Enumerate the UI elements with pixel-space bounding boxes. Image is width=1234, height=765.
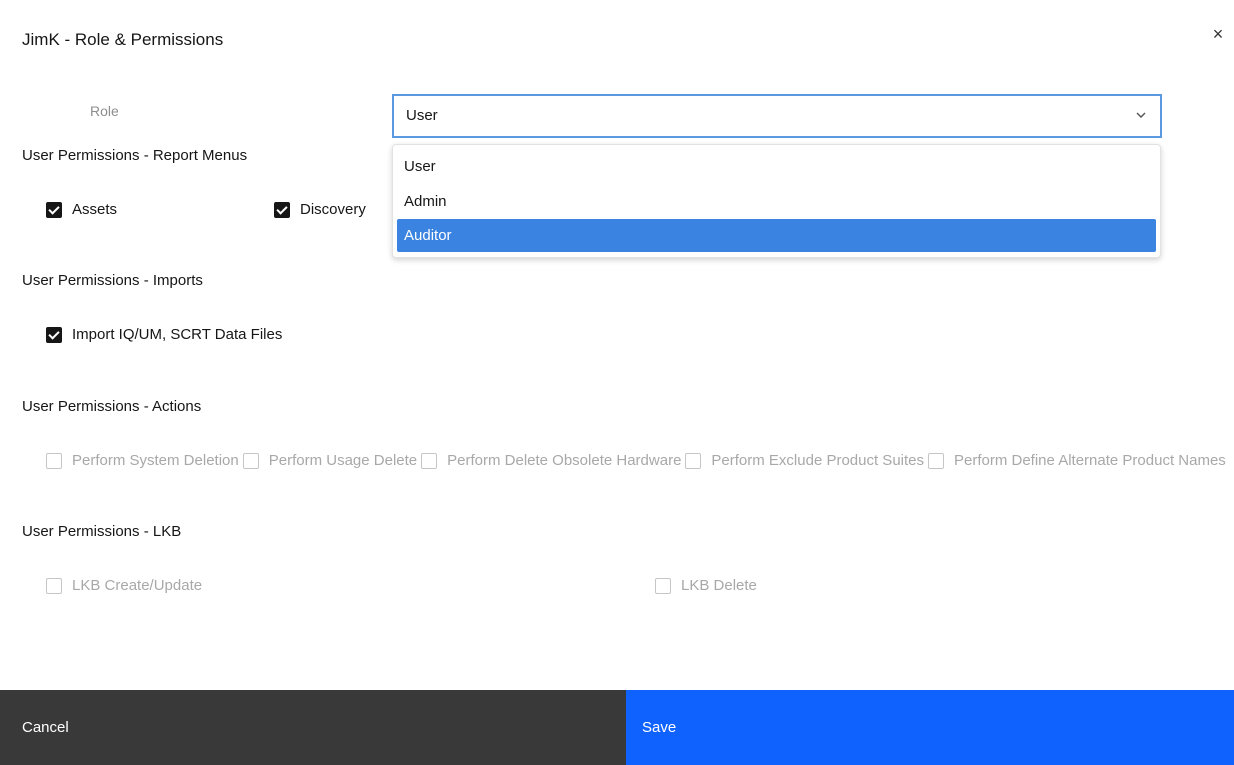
role-permissions-dialog: JimK - Role & Permissions × Role User Us…: [0, 0, 1234, 765]
actions-checkbox-row: Perform System Deletion Perform Usage De…: [46, 452, 1226, 469]
checkbox-label: Assets: [72, 201, 118, 218]
checkbox-assets[interactable]: Assets: [46, 201, 117, 218]
role-dropdown-menu: User Admin Auditor: [392, 144, 1161, 258]
checkbox-label: Discovery: [300, 201, 366, 218]
dialog-title: JimK - Role & Permissions: [22, 30, 224, 49]
checkbox-unchecked-icon: [655, 577, 671, 594]
checkbox-import-data-files[interactable]: Import IQ/UM, SCRT Data Files: [46, 326, 282, 343]
checkbox-lkb-delete[interactable]: LKB Delete: [655, 577, 757, 594]
checkbox-discovery[interactable]: Discovery: [274, 201, 366, 218]
checkbox-unchecked-icon: [46, 452, 62, 469]
checkbox-unchecked-icon: [46, 577, 62, 594]
role-label: Role: [90, 103, 119, 119]
save-button[interactable]: Save: [626, 690, 1234, 765]
checkbox-checked-icon: [46, 201, 62, 218]
section-heading-imports: User Permissions - Imports: [22, 272, 203, 289]
role-option-admin[interactable]: Admin: [397, 185, 1156, 218]
checkbox-label: Perform Define Alternate Product Names: [954, 452, 1226, 469]
checkbox-perform-exclude-product-suites[interactable]: Perform Exclude Product Suites: [685, 452, 924, 469]
checkbox-unchecked-icon: [421, 452, 438, 469]
checkbox-label: Perform Exclude Product Suites: [711, 452, 924, 469]
checkbox-perform-define-alternate-product-names[interactable]: Perform Define Alternate Product Names: [928, 452, 1226, 469]
checkbox-label: Perform Usage Delete: [268, 452, 418, 469]
checkbox-label: Perform Delete Obsolete Hardware: [447, 452, 682, 469]
role-select[interactable]: User: [392, 94, 1162, 138]
checkbox-lkb-create-update[interactable]: LKB Create/Update: [46, 577, 202, 594]
checkbox-perform-system-deletion[interactable]: Perform System Deletion: [46, 452, 239, 469]
checkbox-perform-delete-obsolete-hardware[interactable]: Perform Delete Obsolete Hardware: [421, 452, 681, 469]
checkbox-unchecked-icon: [928, 452, 944, 469]
cancel-button[interactable]: Cancel: [0, 690, 626, 765]
checkbox-label: Import IQ/UM, SCRT Data Files: [72, 326, 283, 343]
checkbox-checked-icon: [274, 201, 290, 218]
section-heading-report-menus: User Permissions - Report Menus: [22, 147, 248, 164]
checkbox-label: LKB Create/Update: [72, 577, 203, 594]
chevron-down-icon: [1136, 112, 1146, 118]
section-heading-actions: User Permissions - Actions: [22, 398, 202, 415]
checkbox-unchecked-icon: [242, 452, 259, 469]
section-heading-lkb: User Permissions - LKB: [22, 523, 182, 540]
checkbox-unchecked-icon: [685, 452, 702, 469]
close-icon[interactable]: ×: [1206, 22, 1230, 46]
role-option-auditor[interactable]: Auditor: [397, 219, 1156, 252]
checkbox-label: LKB Delete: [681, 577, 757, 594]
role-option-user[interactable]: User: [397, 150, 1156, 183]
checkbox-perform-usage-delete[interactable]: Perform Usage Delete: [242, 452, 418, 469]
checkbox-label: Perform System Deletion: [72, 452, 239, 469]
dialog-footer: Cancel Save: [0, 690, 1234, 765]
role-select-value: User: [406, 107, 438, 124]
checkbox-checked-icon: [46, 326, 62, 343]
